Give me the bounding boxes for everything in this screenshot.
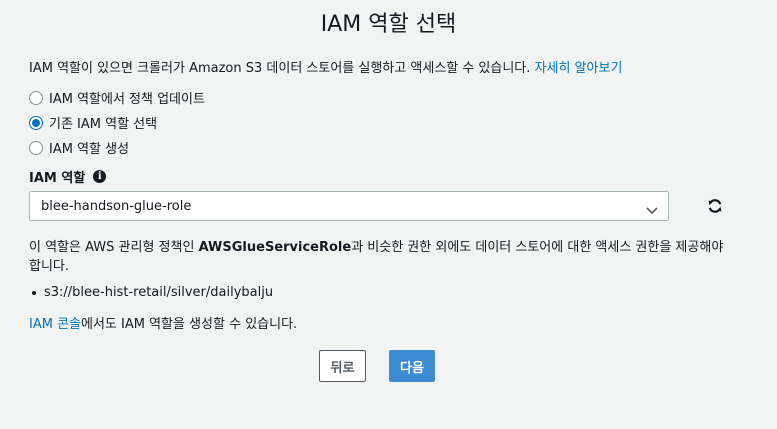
intro-text: IAM 역할이 있으면 크롤러가 Amazon S3 데이터 스토어를 실행하고… <box>29 57 622 76</box>
refresh-icon[interactable] <box>707 198 723 218</box>
description-text: 이 역할은 AWS 관리형 정책인 <box>29 240 199 255</box>
role-description: 이 역할은 AWS 관리형 정책인 AWSGlueServiceRole과 비슷… <box>29 238 729 276</box>
radio-label: 기존 IAM 역할 선택 <box>49 117 158 132</box>
list-item: s3://blee-hist-retail/silver/dailybalju <box>29 285 273 300</box>
console-note: IAM 콘솔에서도 IAM 역할을 생성할 수 있습니다. <box>29 313 297 332</box>
next-button[interactable]: 다음 <box>389 350 435 382</box>
radio-label: IAM 역할 생성 <box>49 142 130 157</box>
radio-option-existing-role[interactable]: 기존 IAM 역할 선택 <box>29 113 157 132</box>
page-title: IAM 역할 선택 <box>320 12 457 37</box>
s3-path: s3://blee-hist-retail/silver/dailybalju <box>44 285 274 300</box>
iam-console-link[interactable]: IAM 콘솔 <box>29 317 81 332</box>
bullet-dot <box>32 290 36 295</box>
radio-button[interactable] <box>29 90 43 105</box>
iam-role-select[interactable]: blee-handson-glue-role <box>29 191 669 221</box>
radio-button[interactable] <box>29 140 43 155</box>
iam-role-field-label: IAM 역할 i <box>29 167 107 186</box>
back-button[interactable]: 뒤로 <box>319 350 366 382</box>
chevron-down-icon <box>646 201 658 220</box>
intro-description: IAM 역할이 있으면 크롤러가 Amazon S3 데이터 스토어를 실행하고… <box>29 61 531 76</box>
field-label-text: IAM 역할 <box>29 171 86 186</box>
learn-more-link[interactable]: 자세히 알아보기 <box>535 61 623 76</box>
policy-name: AWSGlueServiceRole <box>198 240 352 255</box>
console-note-text: 에서도 IAM 역할을 생성할 수 있습니다. <box>81 317 298 332</box>
radio-button-selected[interactable] <box>29 115 43 130</box>
radio-option-create-role[interactable]: IAM 역할 생성 <box>29 138 129 157</box>
radio-option-update-policy[interactable]: IAM 역할에서 정책 업데이트 <box>29 88 205 107</box>
select-value: blee-handson-glue-role <box>41 199 192 214</box>
info-icon[interactable]: i <box>93 170 107 183</box>
radio-label: IAM 역할에서 정책 업데이트 <box>49 92 205 107</box>
